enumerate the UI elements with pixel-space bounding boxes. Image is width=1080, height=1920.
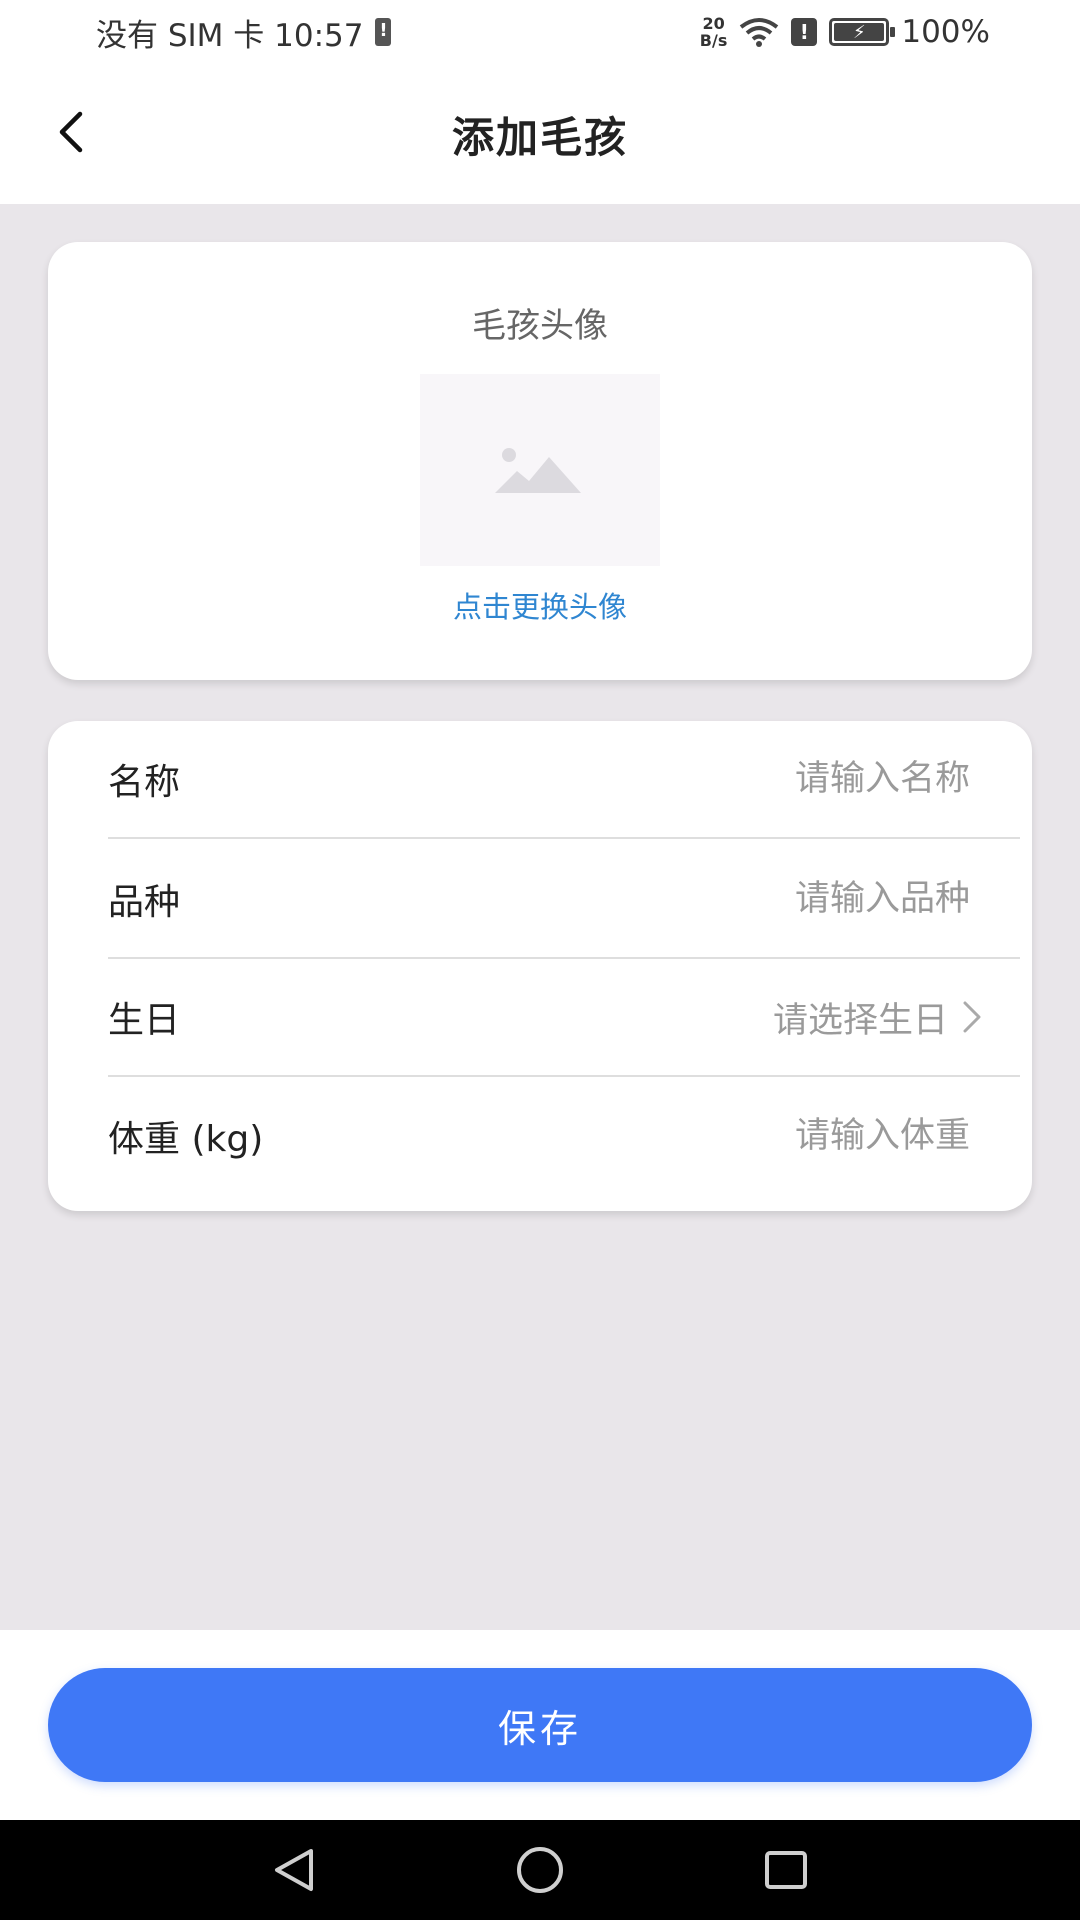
form-row-name: 名称 [108, 721, 1020, 839]
battery-icon: ⚡ [829, 18, 896, 46]
nav-back-button[interactable] [264, 1840, 324, 1900]
sim-alert-icon: ! [791, 18, 818, 46]
breed-label: 品种 [108, 882, 181, 923]
status-bar: 没有 SIM 卡 10:57 20 B/s ! ⚡ 100% [0, 0, 1080, 64]
form-row-breed: 品种 [108, 841, 1020, 959]
status-left: 没有 SIM 卡 10:57 [96, 10, 392, 55]
chevron-left-icon [59, 111, 83, 153]
square-recents-icon [765, 1851, 807, 1889]
save-button[interactable]: 保存 [48, 1668, 1032, 1782]
avatar-title: 毛孩头像 [472, 306, 608, 346]
weight-label: 体重 (kg) [108, 1119, 264, 1160]
carrier-time: 没有 SIM 卡 10:57 [96, 17, 364, 54]
breed-input[interactable] [600, 878, 1020, 920]
chevron-right-icon [963, 1001, 981, 1033]
net-speed-unit: B/s [699, 31, 728, 50]
birthday-placeholder: 请选择生日 [772, 1000, 948, 1041]
weight-input[interactable] [600, 1115, 1020, 1157]
battery-percent: 100% [901, 14, 990, 50]
name-input[interactable] [600, 758, 1020, 800]
nav-recents-button[interactable] [756, 1840, 816, 1900]
network-speed: 20 B/s [700, 15, 728, 49]
form-row-birthday[interactable]: 生日 请选择生日 [108, 959, 1020, 1077]
battery-alert-icon [375, 18, 392, 46]
change-avatar-link[interactable]: 点击更换头像 [48, 584, 1032, 626]
bottom-action-bar: 保存 [0, 1630, 1080, 1820]
avatar-image-placeholder[interactable] [420, 374, 660, 566]
birthday-label: 生日 [108, 1000, 181, 1041]
image-placeholder-icon [495, 448, 581, 493]
nav-home-button[interactable] [510, 1840, 570, 1900]
wifi-icon [739, 17, 779, 47]
form-row-weight: 体重 (kg) [108, 1077, 1020, 1195]
back-button[interactable] [44, 104, 100, 160]
system-nav-bar [0, 1820, 1080, 1920]
pet-info-form: 名称 品种 生日 请选择生日 体重 (kg) [48, 721, 1032, 1211]
page-title: 添加毛孩 [451, 112, 628, 162]
avatar-card: 毛孩头像 点击更换头像 [48, 242, 1032, 680]
triangle-back-icon [275, 1849, 313, 1891]
status-right: 20 B/s ! ⚡ 100% [700, 14, 990, 50]
circle-home-icon [517, 1847, 563, 1893]
app-header: 添加毛孩 [0, 64, 1080, 204]
net-speed-value: 20 [702, 14, 725, 33]
name-label: 名称 [108, 762, 181, 803]
birthday-picker[interactable]: 请选择生日 [773, 992, 1020, 1043]
